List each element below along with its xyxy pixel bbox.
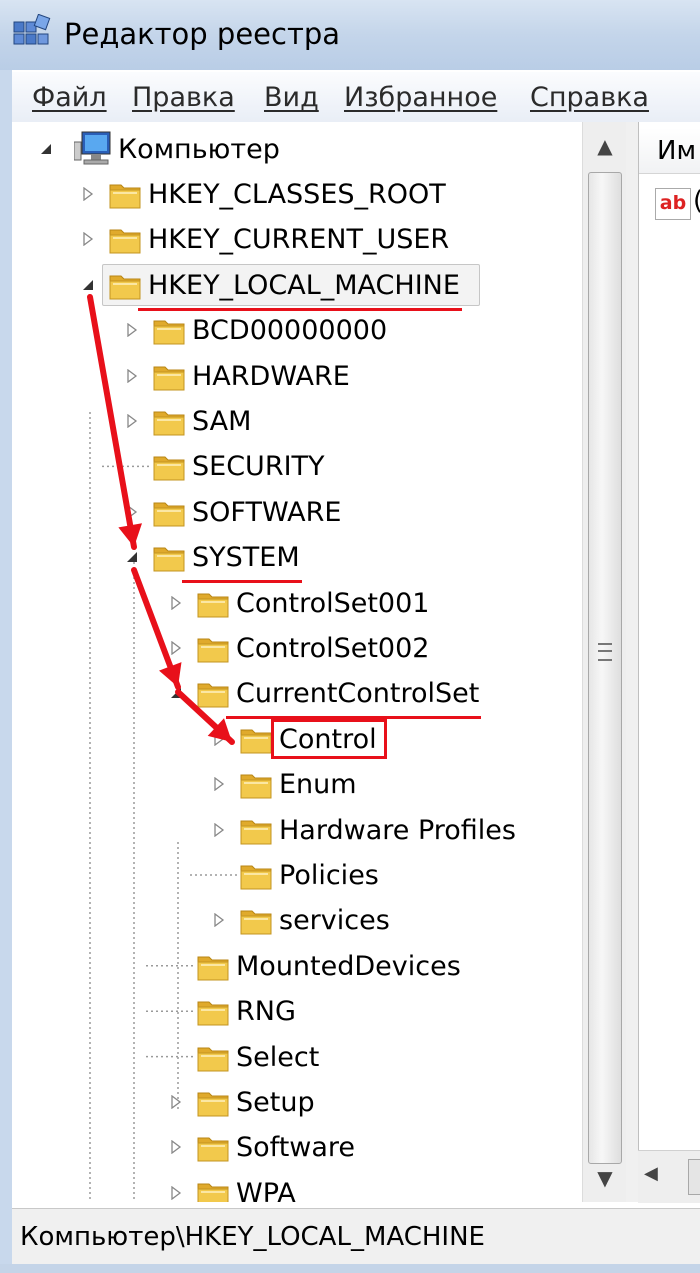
window-frame-left: [0, 70, 12, 1270]
menu-file[interactable]: Файл: [32, 80, 107, 116]
red-arrow-annotations: [87, 294, 235, 745]
menu-help[interactable]: Справка: [530, 80, 649, 116]
grip-icon: [598, 643, 612, 661]
column-header-name[interactable]: Им: [639, 128, 700, 174]
window-title: Редактор реестра: [64, 17, 341, 51]
hscroll-thumb[interactable]: [688, 1159, 700, 1195]
window-frame-bottom: [0, 1264, 700, 1273]
registry-tree[interactable]: Компьютер HKEY_CLASSES_ROOT HKEY_CURRENT_…: [12, 122, 582, 1202]
pane-splitter[interactable]: [626, 122, 638, 1202]
status-bar: Компьютер\HKEY_LOCAL_MACHINE: [12, 1208, 700, 1265]
ab-string-icon: ab: [655, 188, 691, 220]
red-arrowhead-icon: [118, 523, 143, 547]
menu-view[interactable]: Вид: [264, 80, 319, 116]
scroll-left-icon[interactable]: ◀: [644, 1163, 658, 1184]
status-path: Компьютер\HKEY_LOCAL_MACHINE: [20, 1222, 485, 1252]
values-horizontal-scrollbar[interactable]: ◀: [638, 1150, 700, 1203]
scroll-up-icon[interactable]: ▲: [583, 124, 627, 168]
scroll-down-icon[interactable]: ▼: [583, 1156, 627, 1200]
scroll-thumb[interactable]: [588, 172, 622, 1164]
menu-favorites[interactable]: Избранное: [344, 80, 497, 116]
values-list[interactable]: Им ab (: [638, 122, 700, 1202]
menu-bar: Файл Правка Вид Избранное Справка: [12, 72, 700, 123]
menu-edit[interactable]: Правка: [132, 80, 235, 116]
red-underline-annotation: [182, 580, 302, 584]
red-box-annotation: [271, 718, 387, 759]
red-arrow-annotation: [87, 294, 137, 550]
title-bar: Редактор реестра: [0, 0, 700, 70]
red-underline-annotation: [138, 307, 462, 311]
tree-vertical-scrollbar[interactable]: ▲ ▼: [582, 122, 627, 1202]
value-name-fragment[interactable]: (: [693, 186, 700, 216]
registry-editor-icon: [13, 14, 51, 45]
